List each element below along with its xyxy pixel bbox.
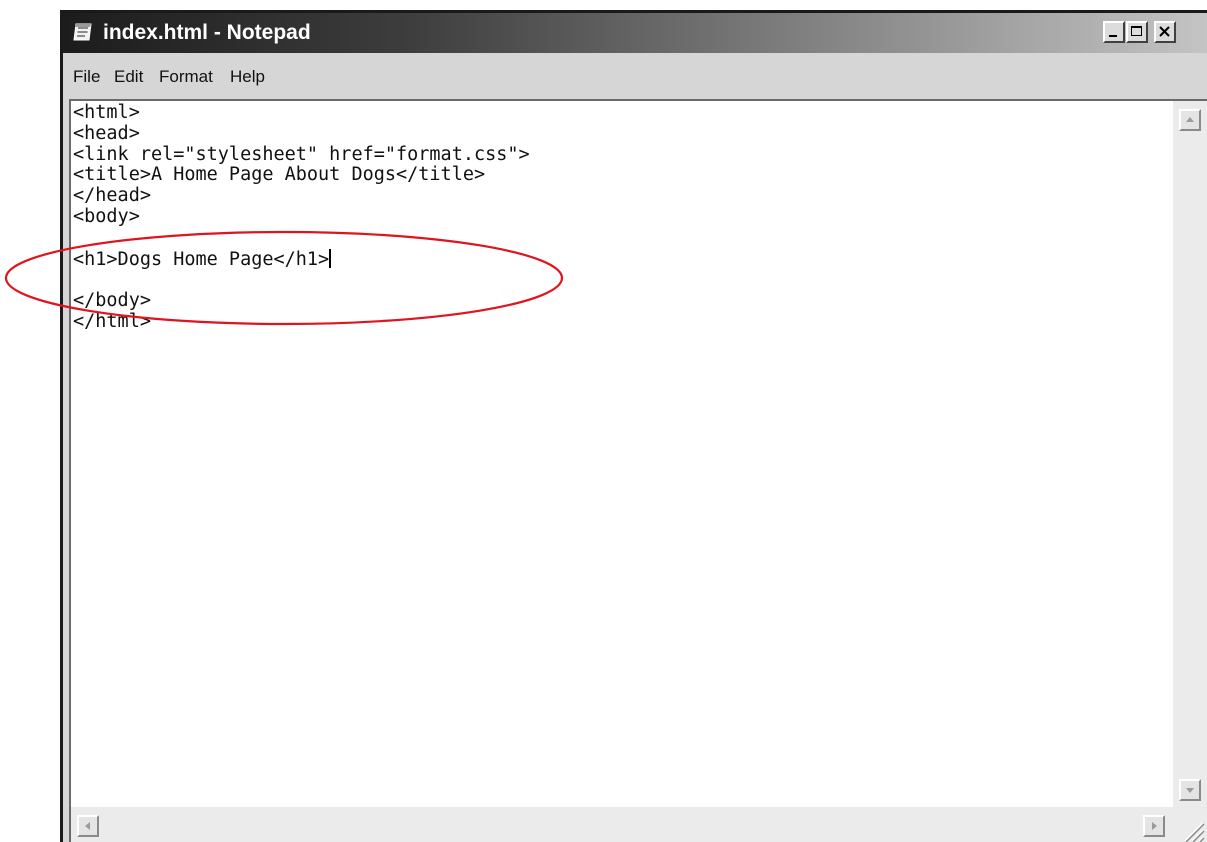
close-button[interactable] — [1154, 21, 1176, 43]
notepad-window: index.html - Notepad File Edit Format He… — [60, 10, 1207, 842]
menu-edit[interactable]: Edit — [114, 65, 143, 89]
code-line: <h1>Dogs Home Page</h1> — [73, 248, 330, 270]
minimize-icon — [1109, 35, 1117, 37]
menu-format[interactable]: Format — [159, 65, 213, 89]
code-line: <html> — [73, 103, 140, 123]
arrow-right-icon — [1152, 822, 1157, 830]
title-bar[interactable]: index.html - Notepad — [63, 13, 1207, 53]
resize-grip-icon — [1184, 822, 1205, 842]
close-icon — [1159, 26, 1170, 37]
window-title: index.html - Notepad — [103, 21, 311, 44]
maximize-button[interactable] — [1126, 21, 1148, 43]
menu-file[interactable]: File — [73, 65, 100, 89]
resize-grip[interactable] — [1173, 807, 1207, 842]
minimize-button[interactable] — [1103, 21, 1125, 43]
code-line: </body> — [73, 290, 151, 312]
code-line: <title>A Home Page About Dogs</title> — [73, 164, 486, 186]
editor-text[interactable]: <html> <head> <link rel="stylesheet" hre… — [73, 103, 1169, 803]
arrow-left-icon — [85, 822, 90, 830]
notepad-icon[interactable] — [72, 22, 94, 42]
scroll-down-button[interactable] — [1179, 779, 1201, 801]
text-editor[interactable]: <html> <head> <link rel="stylesheet" hre… — [69, 99, 1207, 842]
arrow-down-icon — [1186, 788, 1194, 793]
code-line: <head> — [73, 122, 140, 144]
code-line: <body> — [73, 205, 140, 227]
scroll-up-button[interactable] — [1179, 109, 1201, 131]
vertical-scrollbar[interactable] — [1173, 101, 1207, 807]
code-line: <link rel="stylesheet" href="format.css"… — [73, 143, 530, 165]
horizontal-scrollbar[interactable] — [71, 807, 1173, 842]
scroll-left-button[interactable] — [77, 815, 99, 837]
code-line: </head> — [73, 185, 151, 207]
arrow-up-icon — [1186, 117, 1194, 122]
maximize-icon — [1131, 26, 1142, 36]
scroll-right-button[interactable] — [1143, 815, 1165, 837]
text-caret — [329, 248, 332, 268]
code-line: </html> — [73, 310, 151, 332]
menu-help[interactable]: Help — [230, 65, 265, 89]
menu-bar: File Edit Format Help — [63, 56, 1207, 96]
